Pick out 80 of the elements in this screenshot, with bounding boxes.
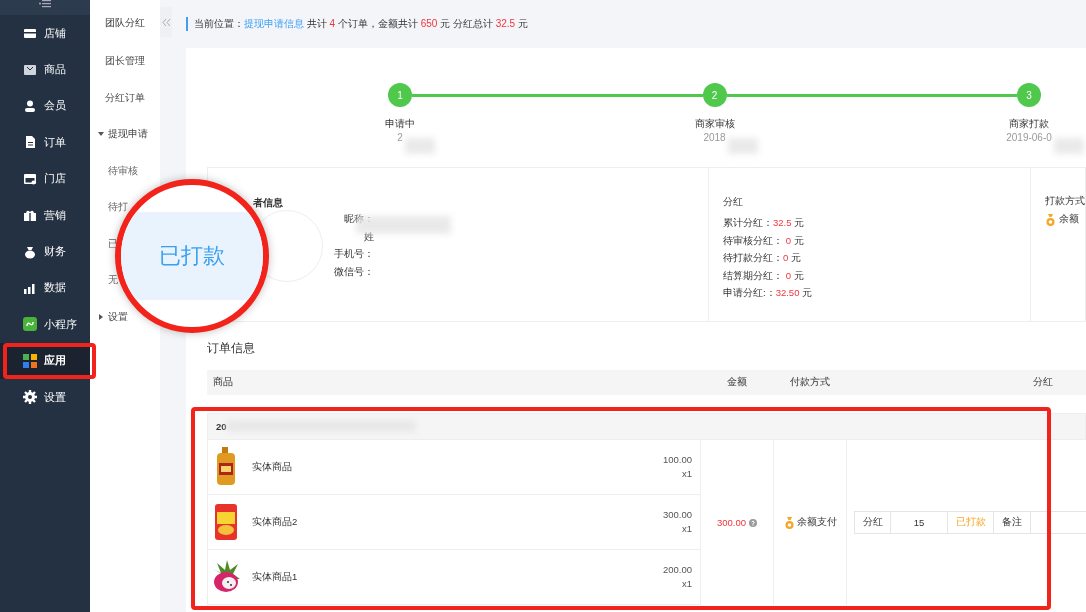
column-header: 付款方式 <box>788 376 831 389</box>
magnified-label: 已打款 <box>159 242 225 270</box>
sidebar-item[interactable]: 财务 <box>0 233 90 270</box>
dividend-stat: 申请分红:：32.50 元 <box>723 286 814 300</box>
sidebar-item[interactable]: 店铺 <box>0 15 90 52</box>
sidebar-item[interactable]: 会员 <box>0 87 90 125</box>
breadcrumb-text: 当前位置：提现申请信息 共计 4 个订单，金额共计 650 元 分红总计 32.5 元 <box>186 17 528 31</box>
quantity: x1 <box>681 467 692 481</box>
dividend-stat: 待打款分红：0 元 <box>723 251 802 265</box>
apps-icon <box>23 353 37 368</box>
payment-method: 余额 <box>1059 213 1079 226</box>
quantity: x1 <box>681 522 692 536</box>
step-date: 2 <box>397 132 403 143</box>
step-circle: 1 <box>388 83 412 107</box>
dividend-stat: 结算期分红： 0 元 <box>723 268 805 283</box>
shop-icon <box>23 171 37 186</box>
step-date: 2019-06-0 <box>1006 132 1052 143</box>
step-label: 商家审核 <box>694 117 735 131</box>
subnav-item[interactable]: 分红订单 <box>105 91 145 104</box>
order-number: 20 <box>216 421 227 432</box>
step-date: 2018 <box>703 132 726 143</box>
sidebar-item[interactable]: 数据 <box>0 269 90 307</box>
dividend-stat: 累计分红：32.5 元 <box>723 216 806 230</box>
sidebar-item[interactable]: 小程序 <box>0 306 90 343</box>
column-header: 商品 <box>212 376 234 389</box>
store-icon <box>23 26 37 41</box>
double-chevron-icon <box>162 18 170 26</box>
table-cell: 备注 <box>994 512 1031 533</box>
menu-icon[interactable] <box>39 0 51 8</box>
field-label: 姓 <box>364 229 374 244</box>
sidebar-item[interactable]: 营销 <box>0 196 90 234</box>
column-header: 分红 <box>1032 376 1054 389</box>
subnav-item[interactable]: 待打 <box>105 201 128 214</box>
price: 100.00 <box>662 453 692 467</box>
field-label: 昵称： <box>344 212 374 226</box>
gift-icon <box>23 208 37 223</box>
column-header: 金额 <box>725 376 748 389</box>
mini-program-icon <box>23 317 37 332</box>
subnav-item[interactable]: 提现申请 <box>98 128 148 141</box>
money-bag-icon <box>1045 213 1056 226</box>
caret-icon <box>98 313 104 320</box>
product-name: 实体商品1 <box>252 570 299 584</box>
sidebar-item[interactable]: 门店 <box>0 160 90 197</box>
document-icon <box>23 135 37 150</box>
table-cell: 15 <box>891 512 948 533</box>
step-circle: 2 <box>702 83 727 107</box>
sidebar-item[interactable]: 订单 <box>0 124 90 161</box>
product-name: 实体商品 <box>252 460 293 474</box>
caret-icon <box>98 131 104 138</box>
section-title: 分红 <box>723 195 744 209</box>
money-bag-icon <box>23 244 37 259</box>
product-name: 实体商品2 <box>252 515 299 529</box>
box-icon <box>23 62 37 77</box>
section-title: 者信息 <box>253 196 284 210</box>
step-label: 申请中 <box>385 117 415 131</box>
price: 200.00 <box>662 563 692 577</box>
quantity: x1 <box>681 577 692 591</box>
subnav-item[interactable]: 无 <box>105 274 118 287</box>
subnav-item[interactable]: 设置 <box>98 310 128 323</box>
dividend-stat: 待审核分红： 0 元 <box>723 233 805 248</box>
section-title: 订单信息 <box>207 340 256 357</box>
subnav-item[interactable]: 待审核 <box>105 164 138 177</box>
settings-icon <box>23 390 37 405</box>
subnav-title: 团队分红 <box>105 16 146 30</box>
step-label: 商家打款 <box>1009 117 1049 131</box>
subnav-item[interactable]: 团长管理 <box>105 55 145 68</box>
order-amount: 300.00 <box>716 517 747 528</box>
field-label: 手机号： <box>334 247 374 261</box>
sidebar-item[interactable]: 商品 <box>0 51 90 88</box>
help-icon <box>749 518 758 527</box>
status-text: 已打款 <box>948 512 994 533</box>
sidebar-item[interactable]: 设置 <box>0 378 90 416</box>
table-cell: 分红 <box>855 512 891 533</box>
user-icon <box>23 98 37 113</box>
field-label: 微信号： <box>334 264 374 279</box>
money-bag-icon <box>783 516 795 529</box>
price: 300.00 <box>662 508 692 522</box>
payment-method: 余额支付 <box>796 516 837 529</box>
section-title: 打款方式 <box>1045 195 1085 208</box>
step-circle: 3 <box>1017 83 1041 107</box>
